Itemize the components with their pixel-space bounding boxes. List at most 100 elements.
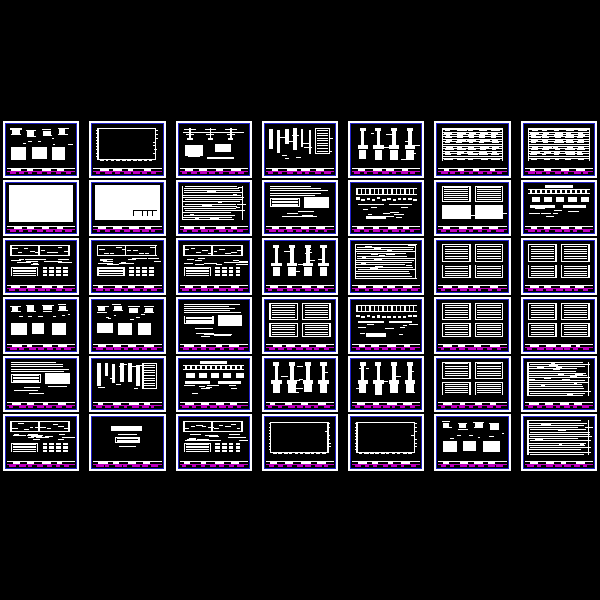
title-block-cell bbox=[582, 230, 590, 233]
title-block-cell bbox=[323, 465, 328, 467]
sheet-thumbnail[interactable] bbox=[175, 179, 252, 237]
sheet-thumbnail[interactable] bbox=[175, 121, 252, 178]
sheet-frame bbox=[436, 123, 509, 176]
title-block-text-run bbox=[545, 403, 554, 406]
sheet-frame bbox=[177, 416, 250, 469]
sheet-thumbnail[interactable] bbox=[520, 121, 597, 178]
sheet-thumbnail[interactable] bbox=[520, 179, 597, 237]
sheet-linework bbox=[93, 184, 161, 227]
title-block-text-run bbox=[127, 286, 136, 288]
sheet-thumbnail[interactable] bbox=[3, 355, 80, 413]
title-block-cell bbox=[296, 289, 301, 291]
title-block-text-run bbox=[286, 286, 292, 288]
title-block-cell bbox=[373, 289, 381, 291]
title-block-cell bbox=[123, 230, 130, 233]
title-block-cell bbox=[114, 230, 121, 233]
sheet-thumbnail[interactable] bbox=[3, 297, 80, 354]
title-block-text-run bbox=[185, 286, 193, 288]
sheet-thumbnail[interactable] bbox=[3, 179, 80, 237]
title-block-text-run bbox=[357, 462, 367, 464]
title-block-cell bbox=[450, 406, 457, 409]
sheet-linework bbox=[438, 184, 507, 227]
sheet-thumbnail[interactable] bbox=[175, 414, 252, 471]
title-block-cell bbox=[314, 289, 319, 291]
sheet-thumbnail[interactable] bbox=[175, 355, 252, 413]
sheet-thumbnail[interactable] bbox=[261, 355, 339, 413]
title-block-cell bbox=[151, 289, 157, 291]
sheet-thumbnail[interactable] bbox=[434, 238, 511, 295]
title-block-text-run bbox=[358, 344, 366, 347]
sheet-linework bbox=[525, 184, 593, 227]
title-block-cell bbox=[201, 347, 207, 350]
sheet-frame bbox=[263, 240, 337, 293]
title-block-text-run bbox=[272, 344, 282, 347]
sheet-thumbnail[interactable] bbox=[261, 414, 339, 471]
title-block-text-run bbox=[373, 403, 380, 406]
title-block-text-run bbox=[11, 286, 20, 288]
sheet-thumbnail[interactable] bbox=[89, 355, 166, 413]
title-block-cell bbox=[228, 465, 235, 467]
sheet-thumbnail[interactable] bbox=[348, 297, 425, 354]
sheet-thumbnail[interactable] bbox=[3, 414, 80, 471]
sheet-linework bbox=[180, 184, 248, 227]
title-block-cell bbox=[381, 347, 388, 350]
title-block-cell bbox=[496, 171, 502, 174]
sheet-thumbnail[interactable] bbox=[520, 297, 597, 354]
title-block-text-run bbox=[56, 462, 63, 464]
sheet-thumbnail[interactable] bbox=[261, 238, 339, 295]
sheet-title-block bbox=[438, 285, 507, 291]
title-block-text-run bbox=[11, 403, 22, 406]
sheet-thumbnail[interactable] bbox=[89, 297, 166, 354]
sheet-thumbnail[interactable] bbox=[434, 121, 511, 178]
title-block-text-run bbox=[97, 344, 107, 347]
sheet-thumbnail[interactable] bbox=[89, 414, 166, 471]
sheet-thumbnail[interactable] bbox=[520, 414, 597, 471]
sheet-thumbnail[interactable] bbox=[348, 414, 425, 471]
sheet-thumbnail[interactable] bbox=[89, 121, 166, 178]
title-block-cell bbox=[459, 230, 466, 233]
title-block-text-run bbox=[215, 403, 224, 406]
title-block-text-run bbox=[300, 227, 310, 230]
sheet-thumbnail[interactable] bbox=[348, 121, 425, 178]
sheet-thumbnail[interactable] bbox=[434, 355, 511, 413]
title-block-cell bbox=[496, 406, 501, 409]
sheet-title-block bbox=[179, 285, 248, 291]
sheet-thumbnail[interactable] bbox=[348, 238, 425, 295]
sheet-frame bbox=[5, 181, 78, 235]
title-block-text-run bbox=[97, 403, 104, 406]
title-block-cell bbox=[65, 289, 72, 291]
sheet-thumbnail[interactable] bbox=[348, 355, 425, 413]
title-block-text-run bbox=[201, 462, 207, 464]
sheet-thumbnail[interactable] bbox=[175, 297, 252, 354]
sheet-linework bbox=[93, 125, 161, 168]
sheet-linework bbox=[180, 242, 248, 285]
sheet-thumbnail[interactable] bbox=[175, 238, 252, 295]
sheet-frame bbox=[177, 181, 250, 235]
title-block-cell bbox=[364, 347, 371, 350]
sheet-thumbnail[interactable] bbox=[520, 355, 597, 413]
title-block-text-run bbox=[13, 227, 22, 230]
sheet-thumbnail[interactable] bbox=[89, 238, 166, 295]
sheet-thumbnail[interactable] bbox=[434, 297, 511, 354]
sheet-thumbnail[interactable] bbox=[434, 414, 511, 471]
title-block-text-run bbox=[544, 286, 551, 288]
title-block-cell bbox=[104, 171, 112, 174]
sheet-thumbnail[interactable] bbox=[520, 238, 597, 295]
title-block-cell bbox=[410, 289, 418, 291]
title-block-cell bbox=[237, 406, 242, 409]
sheet-thumbnail[interactable] bbox=[3, 238, 80, 295]
title-block-text-run bbox=[372, 168, 383, 171]
sheet-linework bbox=[93, 242, 162, 285]
sheet-thumbnail[interactable] bbox=[261, 121, 339, 178]
sheet-thumbnail[interactable] bbox=[348, 179, 425, 237]
title-block-cell bbox=[133, 347, 139, 350]
title-block-cell bbox=[314, 230, 319, 233]
title-block-text-run bbox=[544, 227, 551, 230]
sheet-thumbnail[interactable] bbox=[89, 179, 166, 237]
sheet-thumbnail[interactable] bbox=[261, 297, 339, 354]
sheet-thumbnail[interactable] bbox=[261, 179, 339, 237]
title-block-cell bbox=[287, 230, 293, 233]
sheet-thumbnail[interactable] bbox=[434, 179, 511, 237]
sheet-title-block bbox=[524, 461, 593, 467]
sheet-thumbnail[interactable] bbox=[3, 121, 80, 178]
